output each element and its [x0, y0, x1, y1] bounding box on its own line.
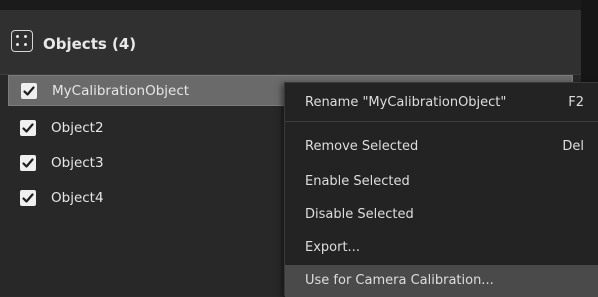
menu-item-use-for-camera-calibration[interactable]: Use for Camera Calibration... [285, 265, 598, 297]
checkbox-object3[interactable] [20, 155, 36, 171]
list-item-label: MyCalibrationObject [52, 83, 190, 99]
menu-item-enable-selected[interactable]: Enable Selected [285, 166, 598, 199]
checkbox-object2[interactable] [20, 120, 36, 136]
list-item-label: Object2 [51, 120, 104, 136]
menu-item-label: Export... [305, 240, 360, 255]
menu-item-label: Enable Selected [305, 174, 410, 189]
objects-panel-header[interactable]: Objects (4) [0, 10, 581, 75]
menu-item-shortcut: F2 [568, 95, 584, 110]
checkmark-icon [22, 193, 34, 203]
menu-item-remove-selected[interactable]: Remove Selected Del [285, 131, 598, 164]
panel-title: Objects (4) [43, 35, 137, 53]
menu-item-shortcut: Del [562, 139, 584, 154]
checkbox-mycalibrationobject[interactable] [21, 83, 37, 99]
menu-item-label: Rename "MyCalibrationObject" [305, 95, 507, 110]
menu-item-label: Remove Selected [305, 139, 419, 154]
list-item-label: Object3 [51, 155, 104, 171]
checkmark-icon [22, 158, 34, 168]
menu-item-rename[interactable]: Rename "MyCalibrationObject" F2 [285, 87, 598, 120]
list-item-label: Object4 [51, 190, 104, 206]
dots-grid-icon [11, 30, 33, 52]
menu-item-export[interactable]: Export... [285, 232, 598, 265]
menu-item-disable-selected[interactable]: Disable Selected [285, 199, 598, 232]
context-menu: Rename "MyCalibrationObject" F2 Remove S… [284, 82, 598, 297]
checkmark-icon [23, 86, 35, 96]
menu-separator [285, 121, 598, 122]
menu-item-label: Use for Camera Calibration... [305, 273, 494, 288]
menu-item-label: Disable Selected [305, 207, 414, 222]
checkmark-icon [22, 123, 34, 133]
checkbox-object4[interactable] [20, 190, 36, 206]
top-strip [0, 0, 598, 10]
